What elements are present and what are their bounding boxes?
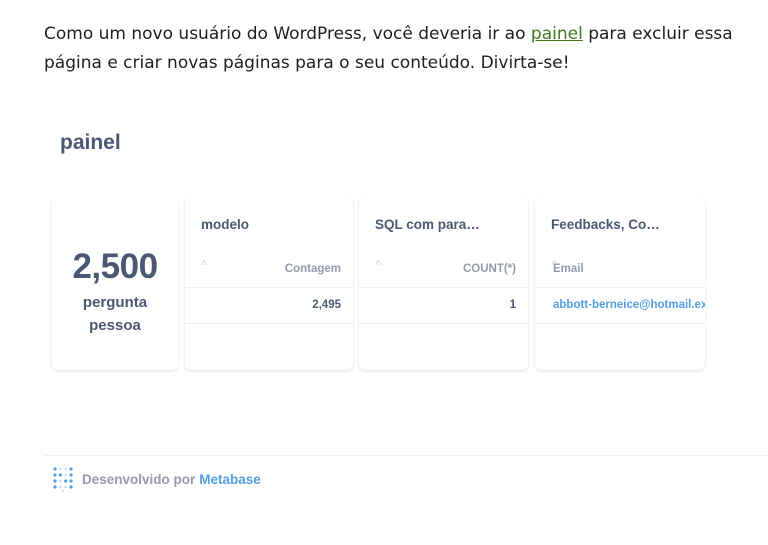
footer: Desenvolvido por Metabase xyxy=(52,465,261,493)
table-header: ^ Contagem xyxy=(185,259,353,288)
card-title[interactable]: modelo xyxy=(201,217,249,232)
scalar-label-line2: pessoa xyxy=(89,317,141,334)
intro-paragraph: Como um novo usuário do WordPress, você … xyxy=(44,20,734,78)
table-card-sql[interactable]: SQL com para… ^ COUNT(*) 1 xyxy=(359,197,528,370)
column-header[interactable]: Email xyxy=(553,263,584,275)
footer-divider xyxy=(44,455,768,456)
scalar-label: pergunta pessoa xyxy=(52,291,178,337)
table-card-feedbacks[interactable]: Feedbacks, Co… ^ Email abbott-berneice@h… xyxy=(535,197,705,370)
sort-arrow-icon[interactable]: ^ xyxy=(201,259,207,271)
table-header: ^ COUNT(*) xyxy=(359,259,528,288)
card-title[interactable]: SQL com para… xyxy=(375,217,480,232)
table-header: ^ Email xyxy=(535,259,705,288)
card-title[interactable]: Feedbacks, Co… xyxy=(551,217,660,232)
column-header[interactable]: Contagem xyxy=(285,263,341,275)
dashboard-title: painel xyxy=(60,131,121,154)
table-row: 1 xyxy=(359,288,528,324)
table-cell: 1 xyxy=(509,299,516,311)
sort-arrow-icon[interactable]: ^ xyxy=(375,259,381,271)
footer-prefix: Desenvolvido por xyxy=(82,471,196,487)
metabase-link[interactable]: Metabase xyxy=(199,472,261,487)
dashboard-link[interactable]: painel xyxy=(531,24,583,44)
scalar-label-line1: pergunta xyxy=(82,294,148,311)
table-card-modelo[interactable]: modelo ^ Contagem 2,495 xyxy=(185,197,353,370)
table-row: 2,495 xyxy=(185,288,353,324)
email-link[interactable]: abbott-berneice@hotmail.ex xyxy=(553,299,705,311)
intro-text-before: Como um novo usuário do WordPress, você … xyxy=(44,24,531,44)
scalar-value: 2,500 xyxy=(72,247,158,286)
column-header[interactable]: COUNT(*) xyxy=(463,263,516,275)
table-row: abbott-berneice@hotmail.ex xyxy=(535,288,705,324)
scalar-card[interactable]: 2,500 pergunta pessoa xyxy=(52,197,178,370)
table-cell: 2,495 xyxy=(312,299,341,311)
metabase-logo-icon[interactable] xyxy=(52,466,74,492)
